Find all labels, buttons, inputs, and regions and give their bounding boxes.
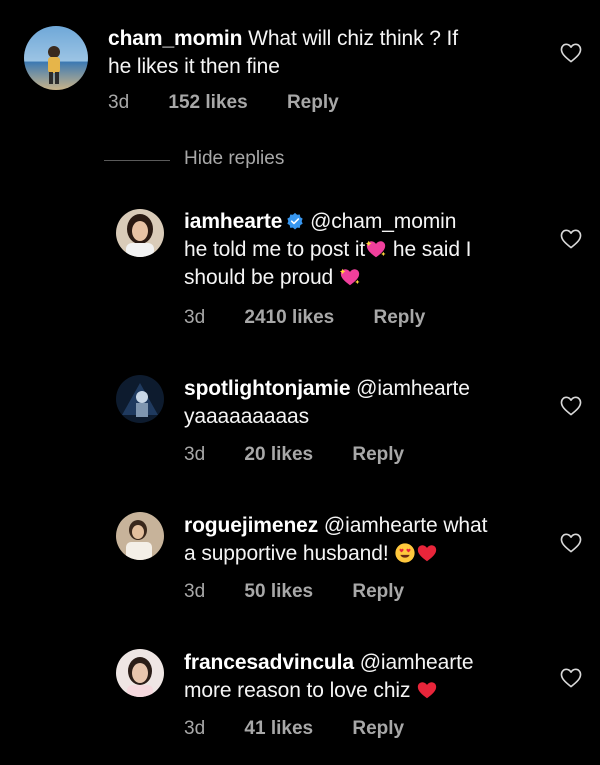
divider — [104, 160, 170, 161]
timestamp: 3d — [184, 718, 206, 739]
sparkling-heart-emoji — [339, 266, 361, 288]
reply-button[interactable]: Reply — [287, 92, 339, 114]
username[interactable]: iamhearte — [184, 210, 282, 233]
sparkling-heart-emoji — [365, 238, 387, 260]
reply-text: spotlightonjamie @iamhearte yaaaaaaaaas — [184, 377, 470, 428]
reply-button[interactable]: Reply — [352, 718, 404, 740]
hide-replies-label[interactable]: Hide replies — [184, 148, 284, 170]
reply-meta: 3d 2410 likes Reply — [184, 307, 425, 329]
reply-button[interactable]: Reply — [352, 581, 404, 603]
likes-count[interactable]: 20 likes — [244, 444, 313, 466]
reply-button[interactable]: Reply — [374, 307, 426, 329]
likes-count[interactable]: 152 likes — [168, 92, 247, 114]
red-heart-emoji — [416, 542, 438, 564]
likes-count[interactable]: 2410 likes — [244, 307, 334, 329]
heart-outline-icon[interactable] — [560, 396, 582, 416]
timestamp: 3d — [184, 444, 206, 465]
heart-outline-icon[interactable] — [560, 229, 582, 249]
reply-button[interactable]: Reply — [352, 444, 404, 466]
reply-meta: 3d 20 likes Reply — [184, 444, 404, 466]
username[interactable]: francesadvincula — [184, 651, 354, 674]
reply-meta: 3d 41 likes Reply — [184, 718, 404, 740]
reply-text: francesadvincula @iamhearte more reason … — [184, 651, 474, 702]
avatar[interactable] — [116, 512, 164, 560]
comment-text: cham_momin What will chiz think ? If he … — [108, 27, 459, 78]
likes-count[interactable]: 41 likes — [244, 718, 313, 740]
verified-badge-icon — [286, 210, 304, 230]
reply-meta: 3d 50 likes Reply — [184, 581, 404, 603]
username[interactable]: cham_momin — [108, 27, 242, 50]
likes-count[interactable]: 50 likes — [244, 581, 313, 603]
heart-outline-icon[interactable] — [560, 43, 582, 63]
username[interactable]: roguejimenez — [184, 514, 318, 537]
reply-text: iamhearte @cham_momin he told me to post… — [184, 210, 472, 289]
heart-outline-icon[interactable] — [560, 668, 582, 688]
avatar[interactable] — [116, 375, 164, 423]
reply-text: roguejimenez @iamhearte what a supportiv… — [184, 514, 488, 565]
timestamp: 3d — [184, 307, 206, 328]
comment-meta: 3d 152 likes Reply — [108, 92, 339, 114]
username[interactable]: spotlightonjamie — [184, 377, 351, 400]
heart-outline-icon[interactable] — [560, 533, 582, 553]
heart-eyes-emoji — [394, 542, 416, 564]
avatar[interactable] — [24, 26, 88, 90]
avatar[interactable] — [116, 209, 164, 257]
timestamp: 3d — [184, 581, 206, 602]
avatar[interactable] — [116, 649, 164, 697]
red-heart-emoji — [416, 679, 438, 701]
timestamp: 3d — [108, 92, 130, 113]
